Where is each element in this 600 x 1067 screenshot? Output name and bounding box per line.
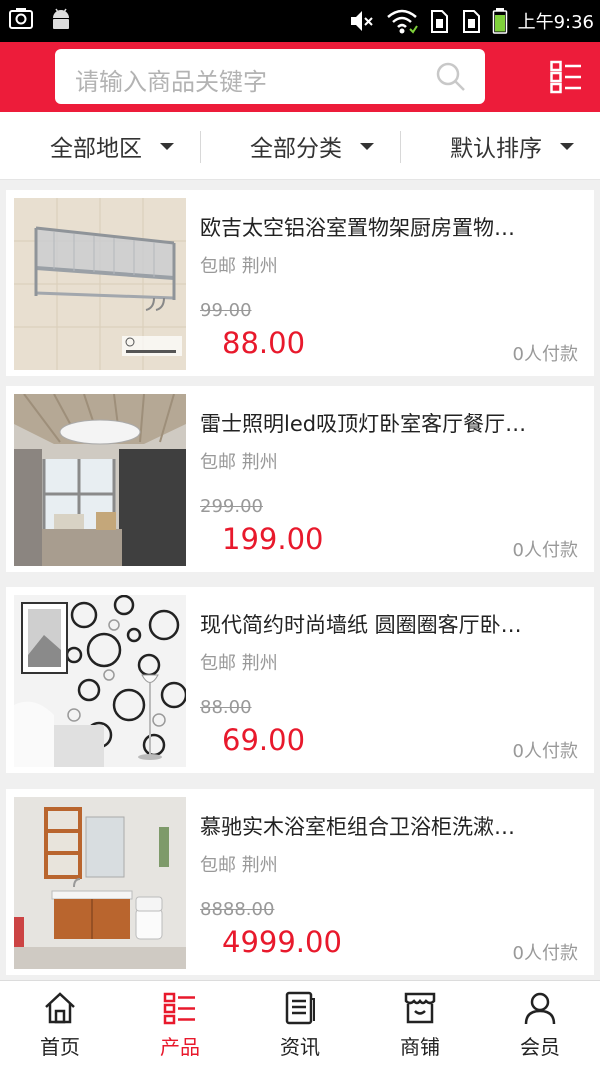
filter-sort[interactable]: 默认排序	[450, 112, 574, 180]
filter-region[interactable]: 全部地区	[50, 112, 174, 180]
bottom-nav: 首页 产品 资讯 商铺 会员	[0, 980, 600, 1067]
product-image[interactable]	[14, 595, 186, 767]
news-icon	[285, 991, 315, 1025]
sim1-icon	[430, 10, 448, 33]
city-label: 荆州	[241, 653, 278, 674]
product-image[interactable]	[14, 198, 186, 370]
city-label: 荆州	[241, 855, 278, 876]
home-icon	[45, 992, 75, 1024]
menu-icon[interactable]	[550, 60, 582, 94]
nav-store[interactable]: 商铺	[360, 981, 480, 1067]
shipping-label: 包邮	[200, 452, 236, 473]
divider	[200, 131, 201, 163]
sim2-icon	[462, 10, 480, 33]
product-image[interactable]	[14, 394, 186, 566]
nav-products[interactable]: 产品	[120, 981, 240, 1067]
filter-region-label: 全部地区	[50, 136, 142, 162]
nav-store-label: 商铺	[400, 1035, 440, 1059]
product-card[interactable]: 慕驰实木浴室柜组合卫浴柜洗漱… 包邮 荆州 8888.00 4999.00 0人…	[6, 789, 594, 975]
city-label: 荆州	[241, 256, 278, 277]
store-icon	[404, 992, 436, 1024]
product-title[interactable]: 慕驰实木浴室柜组合卫浴柜洗漱…	[200, 811, 580, 841]
product-image[interactable]	[14, 797, 186, 969]
chevron-down-icon	[560, 142, 574, 150]
search-placeholder: 请输入商品关键字	[75, 68, 267, 96]
filter-sort-label: 默认排序	[450, 136, 542, 162]
original-price: 88.00	[200, 697, 252, 718]
original-price: 99.00	[200, 300, 252, 321]
product-title[interactable]: 欧吉太空铝浴室置物架厨房置物…	[200, 212, 580, 242]
product-card[interactable]: 现代简约时尚墙纸 圆圈圈客厅卧… 包邮 荆州 88.00 69.00 0人付款	[6, 587, 594, 773]
product-title[interactable]: 现代简约时尚墙纸 圆圈圈客厅卧…	[200, 609, 580, 639]
android-icon	[53, 8, 69, 29]
nav-products-label: 产品	[160, 1035, 200, 1059]
status-time: 上午9:36	[517, 12, 594, 33]
screenshot-icon	[9, 8, 33, 29]
sale-price: 69.00	[222, 723, 306, 757]
search-icon[interactable]	[435, 61, 467, 93]
header: 请输入商品关键字	[0, 42, 600, 112]
sales-count: 0人付款	[512, 741, 578, 762]
product-meta: 包邮 荆州	[200, 851, 278, 877]
shipping-label: 包邮	[200, 256, 236, 277]
status-bar: 上午9:36	[0, 0, 600, 42]
original-price: 299.00	[200, 496, 263, 517]
product-title[interactable]: 雷士照明led吸顶灯卧室客厅餐厅…	[200, 408, 580, 438]
nav-member-label: 会员	[520, 1035, 560, 1059]
product-meta: 包邮 荆州	[200, 649, 278, 675]
shipping-label: 包邮	[200, 653, 236, 674]
sale-price: 88.00	[222, 326, 306, 360]
nav-news[interactable]: 资讯	[240, 981, 360, 1067]
divider	[400, 131, 401, 163]
original-price: 8888.00	[200, 899, 275, 920]
wifi-icon	[386, 9, 418, 34]
sales-count: 0人付款	[512, 344, 578, 365]
mute-icon	[350, 11, 373, 31]
product-card[interactable]: 欧吉太空铝浴室置物架厨房置物… 包邮 荆州 99.00 88.00 0人付款	[6, 190, 594, 376]
sale-price: 199.00	[222, 522, 324, 556]
filter-category-label: 全部分类	[250, 136, 342, 162]
sale-price: 4999.00	[222, 925, 342, 959]
nav-member[interactable]: 会员	[480, 981, 600, 1067]
battery-icon	[492, 8, 507, 34]
member-icon	[524, 992, 556, 1025]
product-meta: 包邮 荆州	[200, 448, 278, 474]
sales-count: 0人付款	[512, 540, 578, 561]
nav-home[interactable]: 首页	[0, 981, 120, 1067]
nav-news-label: 资讯	[280, 1035, 320, 1059]
product-meta: 包邮 荆州	[200, 252, 278, 278]
nav-home-label: 首页	[40, 1035, 80, 1059]
filter-bar: 全部地区 全部分类 默认排序	[0, 112, 600, 180]
city-label: 荆州	[241, 452, 278, 473]
sales-count: 0人付款	[512, 943, 578, 964]
chevron-down-icon	[160, 142, 174, 150]
product-card[interactable]: 雷士照明led吸顶灯卧室客厅餐厅… 包邮 荆州 299.00 199.00 0人…	[6, 386, 594, 572]
search-input[interactable]: 请输入商品关键字	[55, 49, 485, 104]
shipping-label: 包邮	[200, 855, 236, 876]
status-right: 上午9:36	[348, 5, 594, 37]
status-left	[8, 6, 74, 32]
filter-category[interactable]: 全部分类	[250, 112, 374, 180]
chevron-down-icon	[360, 142, 374, 150]
product-list-icon	[163, 992, 195, 1025]
